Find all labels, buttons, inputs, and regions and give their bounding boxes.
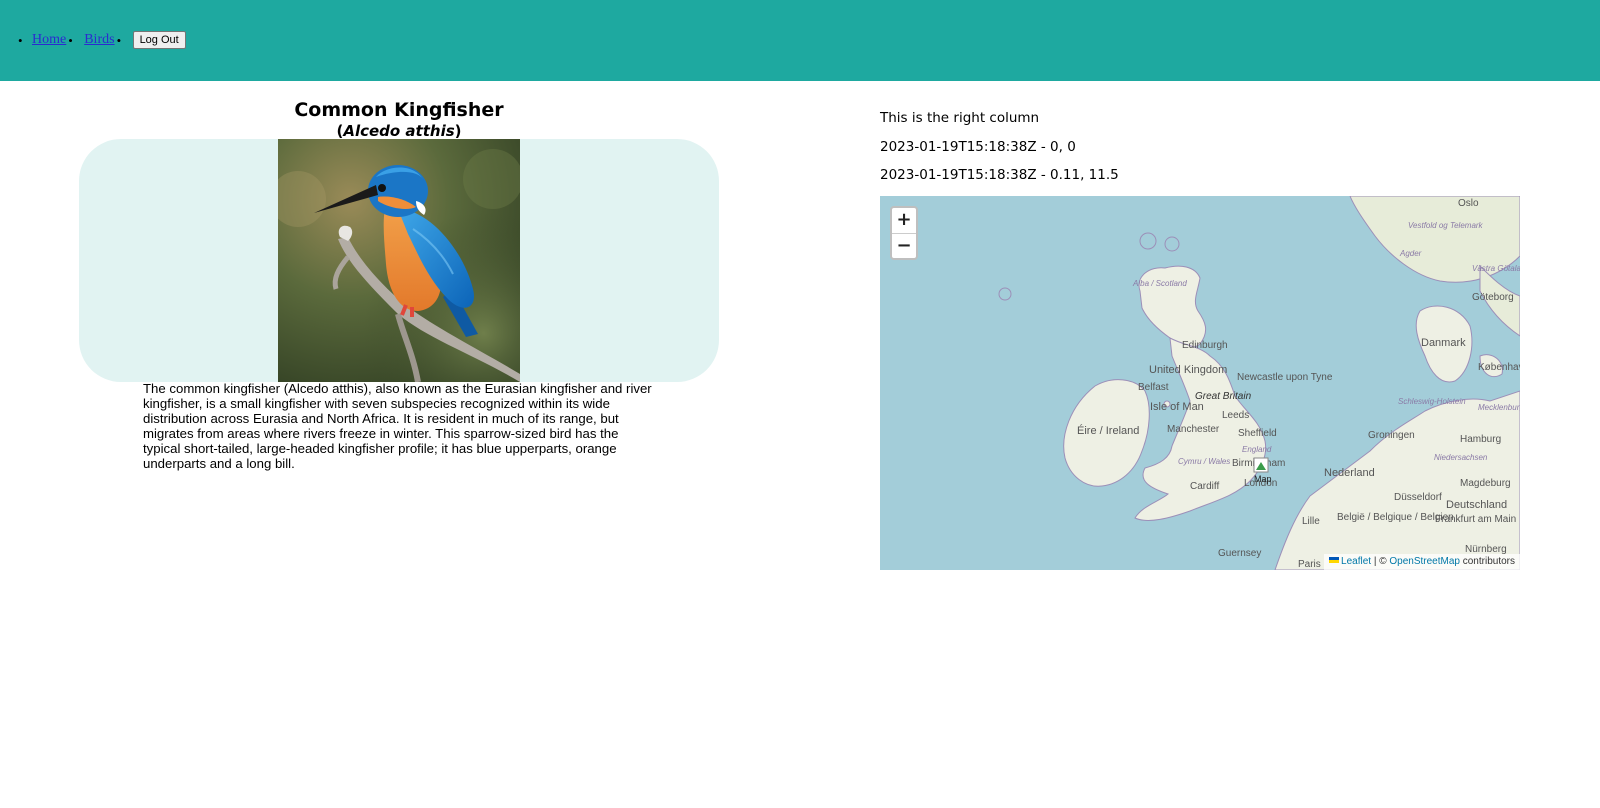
bullet-icon: •: [68, 32, 73, 48]
marker-label: Map: [1254, 474, 1272, 484]
bird-photo: [278, 139, 520, 382]
bullet-icon: •: [18, 32, 23, 48]
bird-scientific-name: (Alcedo atthis): [336, 122, 462, 140]
map-label: Cardiff: [1190, 481, 1219, 492]
map-label: Hamburg: [1460, 434, 1501, 445]
map-label: United Kingdom: [1149, 364, 1227, 376]
nav-list: • Home • Birds • Log Out: [18, 31, 186, 49]
map-label: Sheffield: [1238, 428, 1277, 439]
map-label: Danmark: [1421, 337, 1466, 349]
map-label: Cymru / Wales: [1178, 457, 1230, 466]
scientific-name-text: Alcedo atthis: [343, 122, 455, 140]
map-label: Vestfold og Telemark: [1408, 221, 1484, 230]
map-label: Guernsey: [1218, 548, 1261, 559]
map-label: Oslo: [1458, 198, 1479, 209]
map-label: Frankfurt am Main: [1435, 514, 1516, 525]
log-out-button[interactable]: Log Out: [132, 31, 186, 49]
map-label: Lille: [1302, 516, 1320, 527]
bird-common-name: Common Kingfisher: [294, 99, 504, 121]
map-label: Paris: [1298, 559, 1321, 570]
map-label: Schleswig-Holstein: [1398, 397, 1466, 406]
map-label: England: [1242, 445, 1272, 454]
nav-link-birds[interactable]: Birds: [84, 32, 114, 48]
bird-description: The common kingfisher (Alcedo atthis), a…: [143, 381, 652, 471]
map-label: Éire / Ireland: [1077, 424, 1139, 437]
map-label: København: [1478, 362, 1520, 373]
nav-link-home[interactable]: Home: [32, 32, 66, 48]
bullet-icon: •: [116, 32, 122, 48]
map-label: Agder: [1399, 249, 1422, 258]
leaflet-link[interactable]: Leaflet: [1341, 556, 1371, 567]
map-label: Newcastle upon Tyne: [1237, 372, 1333, 383]
map-label: Edinburgh: [1182, 340, 1228, 351]
map-label: Deutschland: [1446, 499, 1507, 511]
map-label: Belfast: [1138, 382, 1169, 393]
zoom-in-button[interactable]: +: [892, 208, 916, 233]
map-label: Groningen: [1368, 430, 1415, 441]
map-label: Alba / Scotland: [1132, 279, 1187, 288]
attribution-suffix: contributors: [1459, 556, 1515, 567]
map-label: Nederland: [1324, 467, 1375, 479]
attribution-separator: | ©: [1371, 556, 1390, 567]
zoom-control: + −: [890, 206, 918, 260]
map-label: Göteborg: [1472, 292, 1514, 303]
zoom-out-button[interactable]: −: [892, 233, 916, 258]
map-label: Düsseldorf: [1394, 492, 1442, 503]
map-view[interactable]: Oslo Vestfold og Telemark Agder Västra G…: [880, 196, 1520, 570]
map-label: Mecklenburg-Vorpommern: [1478, 403, 1520, 412]
right-column-heading: This is the right column: [880, 110, 1040, 126]
map-label: Västra Götaland: [1472, 264, 1520, 273]
reading-line: 2023-01-19T15:18:38Z - 0.11, 11.5: [880, 167, 1119, 183]
top-nav-bar: • Home • Birds • Log Out: [0, 0, 1600, 81]
map-label: Isle of Man: [1150, 401, 1204, 413]
map-label: Magdeburg: [1460, 478, 1511, 489]
reading-line: 2023-01-19T15:18:38Z - 0, 0: [880, 139, 1076, 155]
map-label: Niedersachsen: [1434, 453, 1488, 462]
osm-link[interactable]: OpenStreetMap: [1389, 556, 1460, 567]
map-label: Manchester: [1167, 424, 1220, 435]
map-label: Leeds: [1222, 410, 1249, 421]
ukraine-flag-icon: [1329, 557, 1340, 563]
map-attribution: Leaflet | © OpenStreetMap contributors: [1324, 554, 1520, 570]
